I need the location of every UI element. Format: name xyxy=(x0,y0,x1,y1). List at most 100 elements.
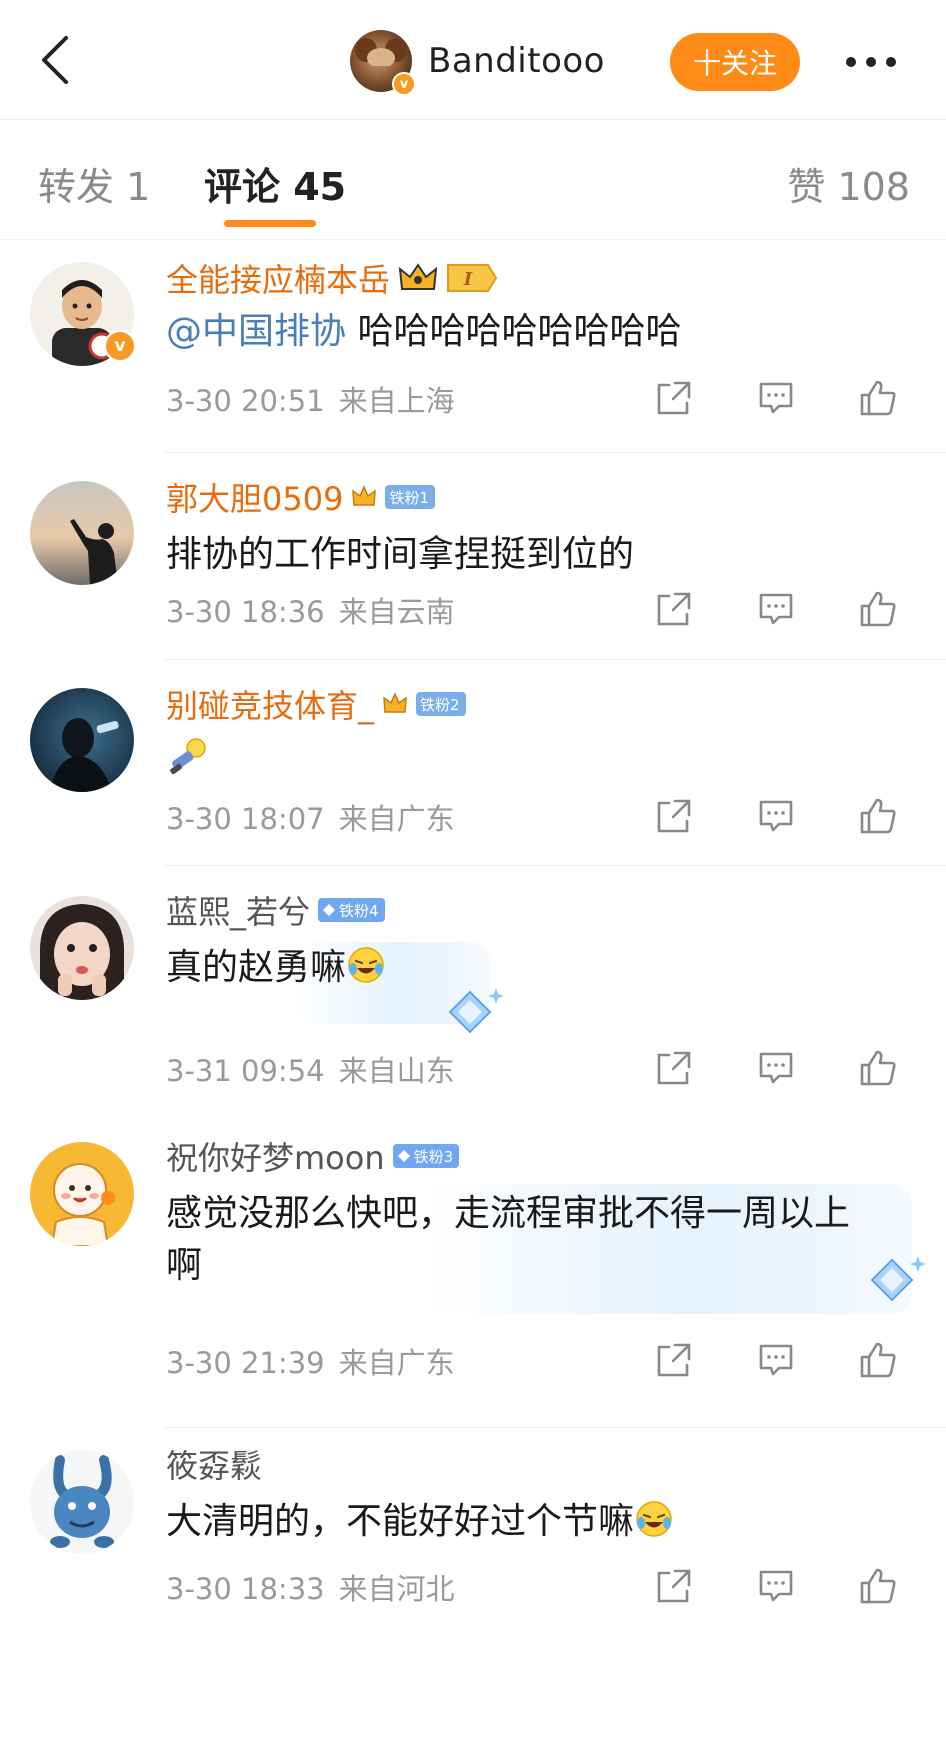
share-icon xyxy=(657,1569,691,1603)
comment-time: 3-30 20:51 xyxy=(166,384,325,418)
fan-badge: 铁粉4 xyxy=(318,898,385,922)
like-button[interactable] xyxy=(854,1336,902,1384)
tab-bar: 转发 1 评论 45 赞 108 xyxy=(0,120,946,240)
commenter-name-row: 郭大胆0509 铁粉1 xyxy=(166,475,435,519)
comment-location: 来自云南 xyxy=(338,595,455,629)
commenter-name-row: 筱孬鬏 xyxy=(166,1442,262,1486)
reply-button[interactable] xyxy=(752,1562,800,1610)
top-bar: v Banditooo 十关注 xyxy=(0,0,946,120)
comment-text: 真的赵勇嘛 xyxy=(166,942,906,994)
comment-location: 来自上海 xyxy=(338,384,455,418)
comment-body: 感觉没那么快吧，走流程审批不得一周以上啊 xyxy=(166,1193,851,1286)
comment-meta: 3-30 18:33 来自河北 xyxy=(166,1566,455,1608)
avatar-art xyxy=(30,688,134,792)
like-button[interactable] xyxy=(854,585,902,633)
diamond-sparkle-icon xyxy=(870,1256,926,1302)
comment-icon xyxy=(759,1344,793,1376)
comment-meta: 3-30 18:36 来自云南 xyxy=(166,589,455,631)
avatar-art xyxy=(30,1450,134,1554)
author-chip[interactable]: v Banditooo xyxy=(350,28,605,96)
share-button[interactable] xyxy=(650,792,698,840)
active-tab-indicator xyxy=(224,220,316,227)
reply-button[interactable] xyxy=(752,1336,800,1384)
like-button[interactable] xyxy=(854,374,902,422)
avatar-art xyxy=(355,38,407,66)
commenter-name[interactable]: 筱孬鬏 xyxy=(166,1441,262,1487)
commenter-avatar[interactable] xyxy=(30,1450,134,1554)
verified-icon: v xyxy=(104,330,136,362)
share-button[interactable] xyxy=(650,585,698,633)
comment-location: 来自广东 xyxy=(338,1346,455,1380)
tab-likes[interactable]: 赞 108 xyxy=(787,156,910,211)
commenter-avatar[interactable] xyxy=(30,481,134,585)
comment-icon xyxy=(759,593,793,625)
tab-comments[interactable]: 评论 45 xyxy=(204,156,346,211)
fan-badge-label: 铁粉4 xyxy=(339,901,379,920)
comment-meta: 3-30 18:07 来自广东 xyxy=(166,796,455,838)
toppled-figure-sticker xyxy=(170,738,206,775)
avatar-art xyxy=(30,1142,134,1246)
mention-link[interactable]: @中国排协 xyxy=(166,311,346,352)
like-button[interactable] xyxy=(854,792,902,840)
avatar-art xyxy=(30,896,134,1000)
share-button[interactable] xyxy=(650,1336,698,1384)
comment-text: 感觉没那么快吧，走流程审批不得一周以上啊 xyxy=(166,1188,866,1292)
commenter-name-row: 全能接应楠本岳 I xyxy=(166,256,498,300)
comment-icon xyxy=(759,1570,793,1602)
more-button[interactable] xyxy=(836,38,906,86)
chevron-left-icon xyxy=(42,36,68,84)
reply-button[interactable] xyxy=(752,1044,800,1092)
commenter-name[interactable]: 全能接应楠本岳 xyxy=(166,255,390,301)
comment-actions xyxy=(650,374,910,422)
fan-crown-icon xyxy=(351,484,377,510)
comment-time: 3-30 21:39 xyxy=(166,1346,325,1380)
laughing-tears-emoji xyxy=(348,947,384,983)
share-button[interactable] xyxy=(650,374,698,422)
comment-item: 祝你好梦moon 铁粉3 感觉没那么快吧，走流程审批不得一周以上啊 3-30 2… xyxy=(0,1132,946,1428)
like-button[interactable] xyxy=(854,1562,902,1610)
comment-actions xyxy=(650,1044,910,1092)
commenter-name[interactable]: 祝你好梦moon xyxy=(166,1133,385,1179)
comment-actions xyxy=(650,792,910,840)
comment-actions xyxy=(650,1336,910,1384)
commenter-avatar-wrap[interactable]: v xyxy=(30,262,136,366)
comment-meta: 3-30 21:39 来自广东 xyxy=(166,1340,455,1382)
back-button[interactable] xyxy=(30,28,80,92)
comment-body: 哈哈哈哈哈哈哈哈哈 xyxy=(357,311,682,352)
commenter-avatar[interactable] xyxy=(30,688,134,792)
commenter-name[interactable]: 郭大胆0509 xyxy=(166,474,343,520)
fan-badge: 铁粉2 xyxy=(416,692,466,716)
like-button[interactable] xyxy=(854,1044,902,1092)
fan-badge: 铁粉3 xyxy=(392,1144,460,1168)
comment-location: 来自广东 xyxy=(338,802,455,836)
share-button[interactable] xyxy=(650,1044,698,1092)
reply-button[interactable] xyxy=(752,374,800,422)
commenter-avatar[interactable] xyxy=(30,896,134,1000)
comment-actions xyxy=(650,585,910,633)
more-dot xyxy=(886,57,896,67)
commenter-name[interactable]: 蓝熙_若兮 xyxy=(166,887,310,933)
reply-button[interactable] xyxy=(752,585,800,633)
avatar-art xyxy=(30,481,134,585)
reply-button[interactable] xyxy=(752,792,800,840)
fan-badge-label: 铁粉2 xyxy=(420,695,460,714)
comment-time: 3-30 18:36 xyxy=(166,595,325,629)
comment-item: v 全能接应楠本岳 I @中国排协 哈哈哈哈哈哈哈哈哈 3-30 20:51 来… xyxy=(0,256,946,453)
commenter-avatar[interactable] xyxy=(30,1142,134,1246)
author-name[interactable]: Banditooo xyxy=(428,41,605,81)
comment-text xyxy=(166,736,906,795)
fan-badge: 铁粉1 xyxy=(385,485,435,509)
thumbs-up-icon xyxy=(860,591,896,627)
commenter-name[interactable]: 别碰竞技体育_ xyxy=(166,681,374,727)
tab-reposts[interactable]: 转发 1 xyxy=(38,156,150,211)
share-icon xyxy=(657,1051,691,1085)
comment-item: 别碰竞技体育_ 铁粉2 3-30 18:07 来自广东 xyxy=(0,660,946,866)
comment-meta: 3-31 09:54 来自山东 xyxy=(166,1048,455,1090)
share-button[interactable] xyxy=(650,1562,698,1610)
follow-button[interactable]: 十关注 xyxy=(670,33,800,91)
comment-meta: 3-30 20:51 来自上海 xyxy=(166,378,455,420)
comment-body: 真的赵勇嘛 xyxy=(166,947,347,988)
comment-item: 筱孬鬏 大清明的，不能好好过个节嘛 3-30 18:33 来自河北 xyxy=(0,1428,946,1668)
comment-item: 蓝熙_若兮 铁粉4 真的赵勇嘛 3-31 09:54 来自山东 xyxy=(0,866,946,1132)
author-avatar[interactable]: v xyxy=(350,30,416,96)
